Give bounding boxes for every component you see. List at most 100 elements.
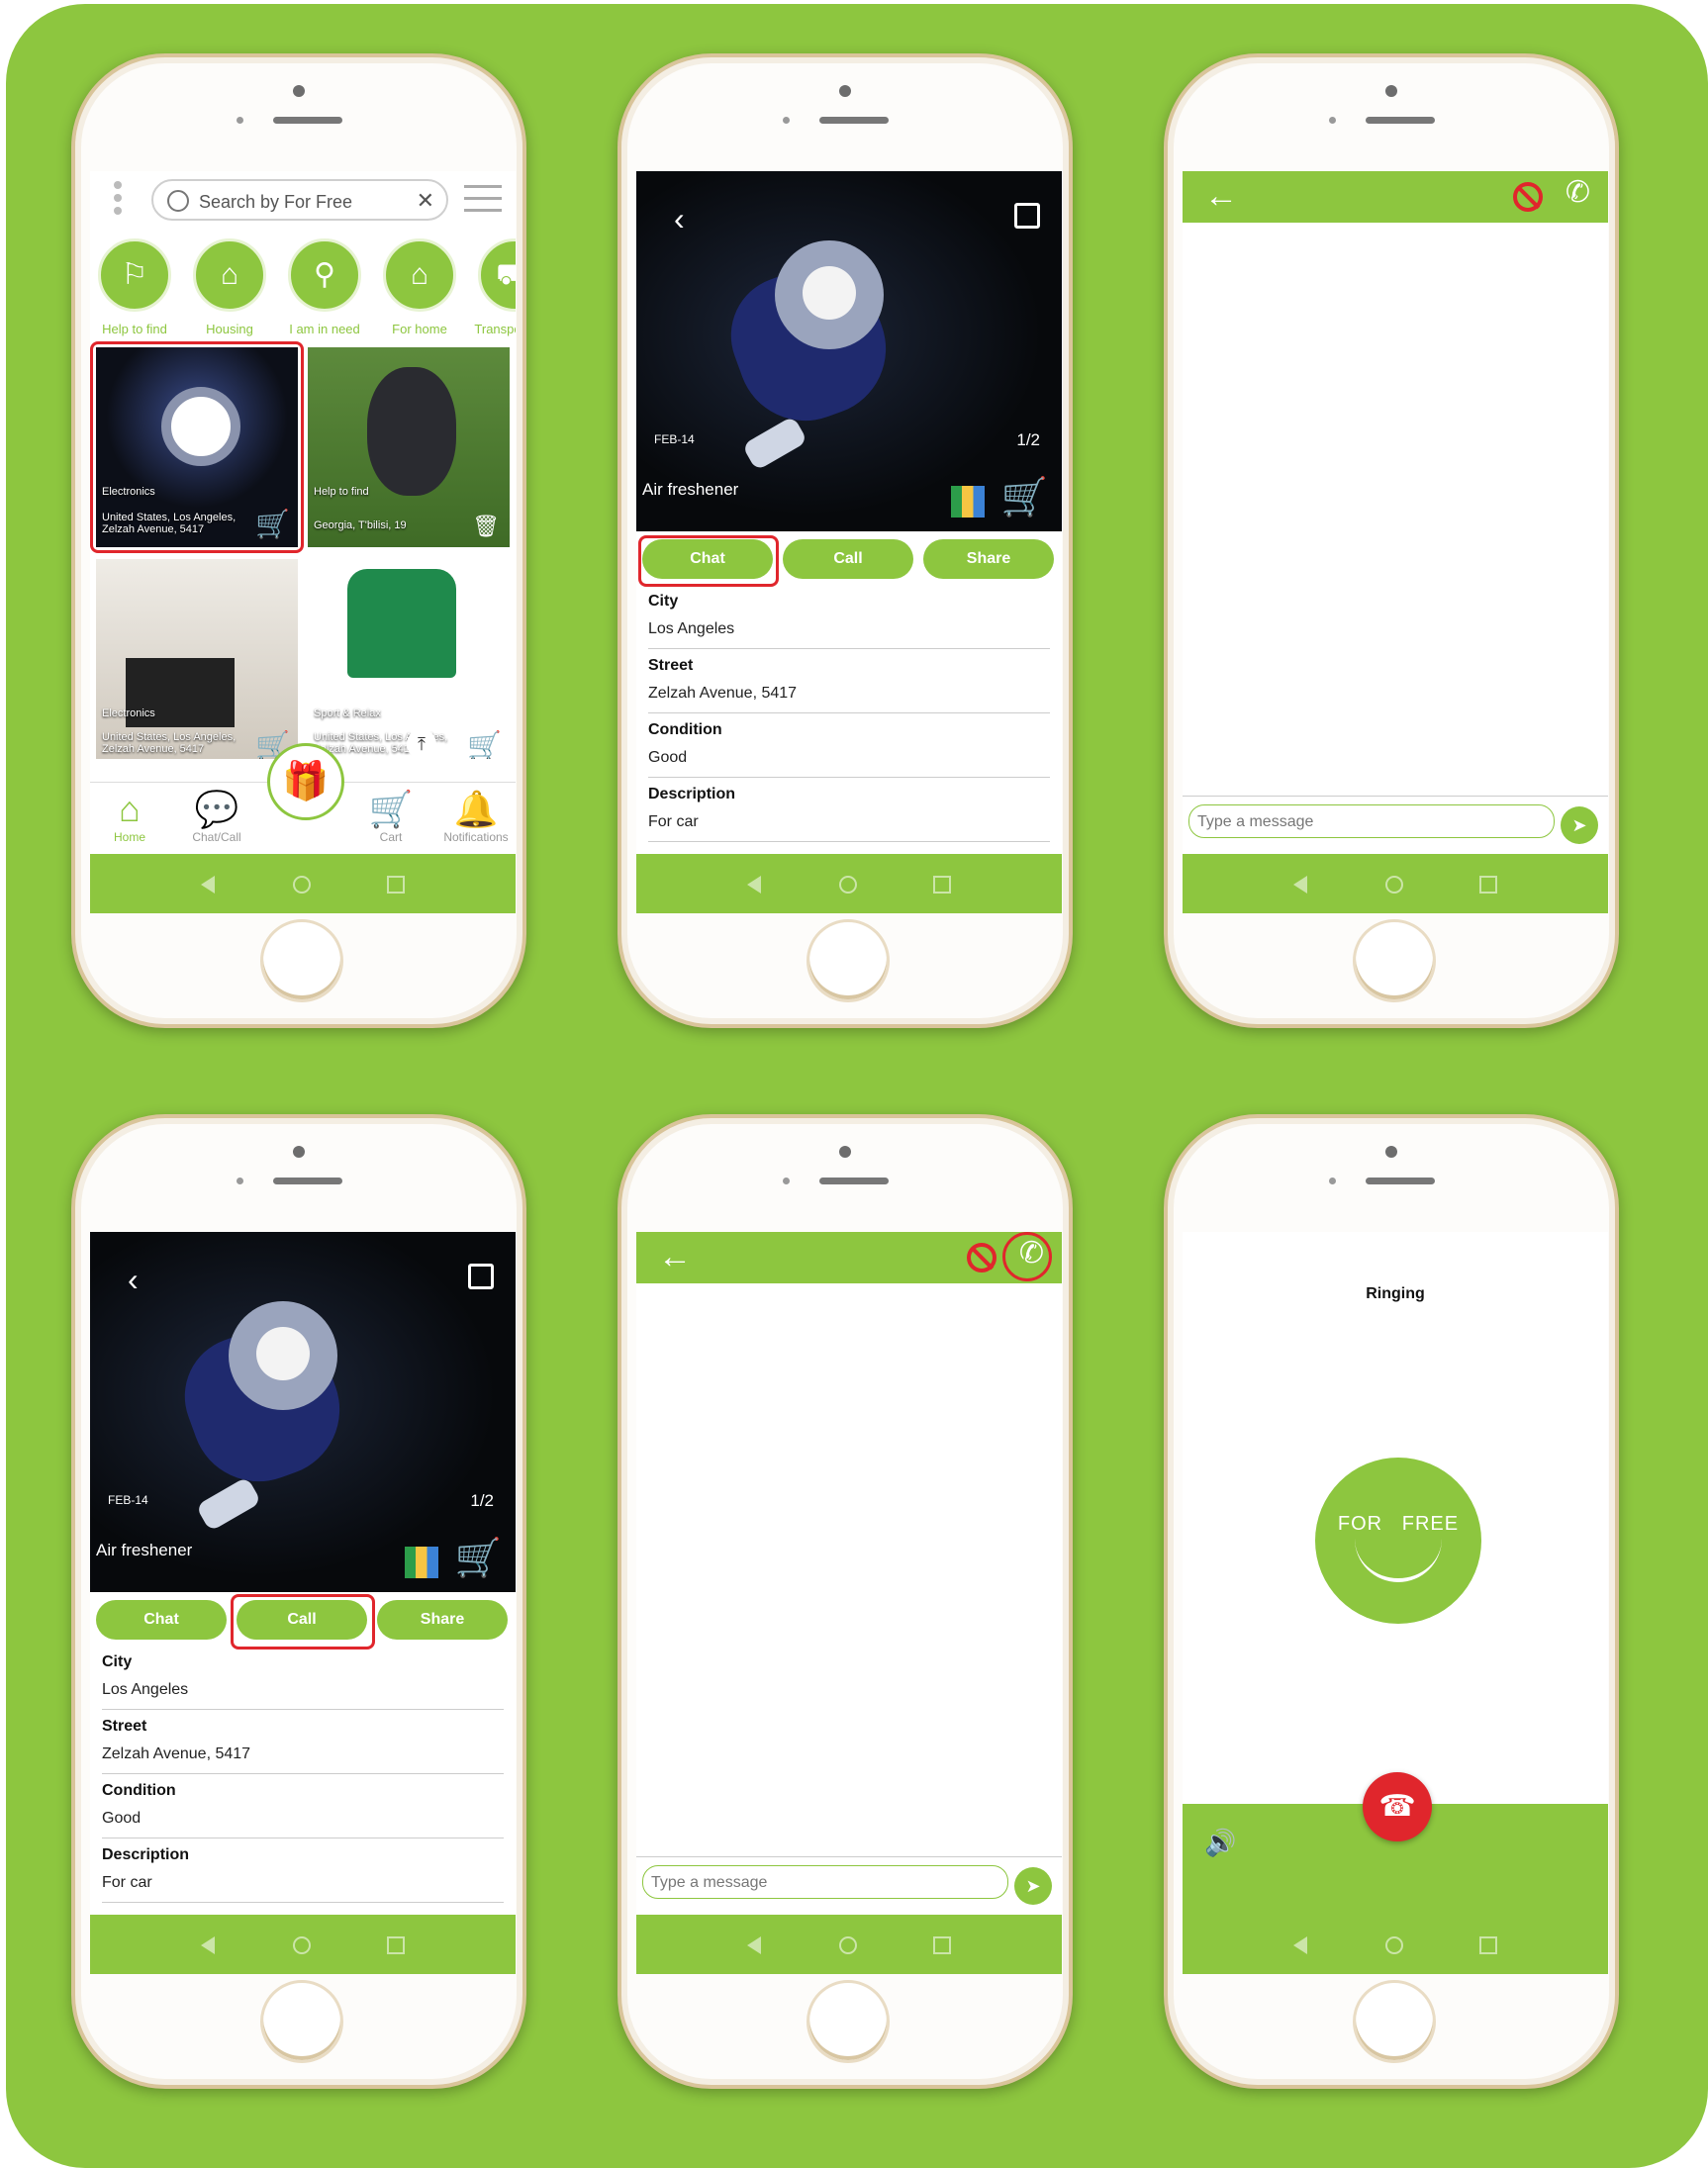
nav-recent-icon[interactable] [387, 1936, 405, 1954]
tab-notifications[interactable]: 🔔 Notifications [436, 789, 516, 844]
field-label: City [648, 593, 679, 610]
category-label: Transpo & p... [474, 322, 516, 336]
logo-text: FOR FREE [1315, 1513, 1481, 1536]
back-icon[interactable]: ‹ [128, 1262, 139, 1298]
block-icon[interactable] [1513, 182, 1543, 212]
cart-icon[interactable]: 🛒 [455, 1537, 502, 1580]
cart-icon[interactable]: 🛒 [255, 508, 290, 540]
listing-tile-chair[interactable]: Sport & Relax United States, Los Angeles… [308, 559, 510, 759]
call-button[interactable]: Call [237, 1600, 367, 1640]
category-label: Help to find [102, 322, 167, 336]
listing-tile-dog[interactable]: Help to find Georgia, T'bilisi, 19 🗑 [308, 347, 510, 547]
tile-category: Help to find [314, 486, 369, 498]
phone-call-icon[interactable]: ✆ [1019, 1236, 1044, 1271]
chair-image [347, 569, 456, 678]
android-navbar [1183, 854, 1608, 913]
gift-button[interactable]: 🎁 [267, 743, 344, 820]
tab-home[interactable]: ⌂ Home [90, 789, 169, 844]
android-navbar [636, 854, 1062, 913]
product-image [161, 387, 240, 466]
category-housing[interactable]: ⌂ Housing [185, 238, 274, 336]
category-transport[interactable]: ⛟ Transpo & p... [470, 238, 516, 336]
phone-ringing: Ringing FOR FREE ☎ 🔊 [1164, 1114, 1619, 2089]
cart-icon[interactable]: 🛒 [467, 729, 502, 759]
field-value: For car [102, 1874, 504, 1903]
nav-home-icon[interactable] [839, 1936, 857, 1954]
map-icon[interactable] [951, 486, 985, 518]
message-input[interactable]: Type a message [1188, 804, 1555, 838]
phone-chat-call: ← ✆ Type a message ➤ [617, 1114, 1073, 2089]
nav-back-icon[interactable] [201, 1936, 215, 1954]
sensor [1329, 1178, 1336, 1184]
nav-home-icon[interactable] [1385, 1936, 1403, 1954]
nav-recent-icon[interactable] [1479, 1936, 1497, 1954]
cart-icon[interactable]: 🛒 [1001, 476, 1048, 519]
chat-header: ← ✆ [636, 1232, 1062, 1283]
tab-label: Home [113, 830, 145, 844]
nav-back-icon[interactable] [1293, 876, 1307, 894]
detail-screen: ‹ FEB-14 1/2 Air freshener 🛒 Chat Call S… [90, 1232, 516, 1974]
block-icon[interactable] [967, 1243, 996, 1273]
trash-icon[interactable]: 🗑 [472, 514, 500, 539]
category-label: Housing [206, 322, 253, 336]
sensor [1329, 117, 1336, 124]
listing-tile-air-freshener[interactable]: Electronics United States, Los Angeles, … [96, 347, 298, 547]
back-icon[interactable]: ‹ [674, 201, 685, 237]
home-screen: Search by For Free ✕ ⚐ Help to find ⌂ Hous… [90, 171, 516, 913]
nav-back-icon[interactable] [1293, 1936, 1307, 1954]
category-for-home[interactable]: ⌂ For home [375, 238, 464, 336]
nav-recent-icon[interactable] [933, 1936, 951, 1954]
phone-home-button [807, 919, 890, 1002]
nav-home-icon[interactable] [839, 876, 857, 894]
map-icon[interactable] [405, 1547, 438, 1578]
category-help-to-find[interactable]: ⚐ Help to find [90, 238, 179, 336]
field-label: Description [102, 1846, 190, 1863]
speaker-icon[interactable]: 🔊 [1204, 1828, 1236, 1858]
search-input[interactable]: Search by For Free ✕ [151, 179, 448, 221]
nav-back-icon[interactable] [201, 876, 215, 894]
call-button[interactable]: Call [783, 539, 913, 579]
scroll-up-icon[interactable]: ⤒ [407, 729, 436, 759]
hang-up-button[interactable]: ☎ [1363, 1772, 1432, 1841]
filter-icon[interactable] [464, 185, 502, 219]
listing-tile-printer[interactable]: Electronics United States, Los Angeles, … [96, 559, 298, 759]
phone-home-button [807, 1980, 890, 2063]
phone-call-icon[interactable]: ✆ [1566, 175, 1590, 210]
phone-detail-call: ‹ FEB-14 1/2 Air freshener 🛒 Chat Call S… [71, 1114, 526, 2089]
phone-detail-chat: ‹ FEB-14 1/2 Air freshener 🛒 Chat Call S… [617, 53, 1073, 1028]
back-arrow-icon[interactable]: ← [1204, 177, 1238, 216]
tab-chat-call[interactable]: 💬 Chat/Call [177, 789, 256, 844]
external-link-icon[interactable] [468, 1264, 494, 1289]
tab-cart[interactable]: 🛒 Cart [351, 789, 430, 844]
menu-icon[interactable] [114, 181, 122, 220]
air-freshener-image [167, 1301, 359, 1532]
field-label: Street [648, 657, 694, 674]
external-link-icon[interactable] [1014, 203, 1040, 229]
nav-recent-icon[interactable] [387, 876, 405, 894]
back-arrow-icon[interactable]: ← [658, 1238, 692, 1276]
chat-button[interactable]: Chat [642, 539, 773, 579]
nav-home-icon[interactable] [293, 1936, 311, 1954]
bell-icon: 🔔 [453, 789, 499, 829]
action-buttons: Chat Call Share [90, 1600, 516, 1646]
phone-home-button [260, 1980, 343, 2063]
earpiece [1366, 1178, 1435, 1184]
nav-back-icon[interactable] [747, 1936, 761, 1954]
field-label: Condition [102, 1782, 176, 1799]
nav-recent-icon[interactable] [933, 876, 951, 894]
clear-icon[interactable]: ✕ [417, 188, 434, 214]
nav-recent-icon[interactable] [1479, 876, 1497, 894]
nav-back-icon[interactable] [747, 876, 761, 894]
nav-home-icon[interactable] [293, 876, 311, 894]
phone-chat: ← ✆ Type a message ➤ [1164, 53, 1619, 1028]
nav-home-icon[interactable] [1385, 876, 1403, 894]
share-button[interactable]: Share [377, 1600, 508, 1640]
share-button[interactable]: Share [923, 539, 1054, 579]
phone-home-button [1353, 919, 1436, 1002]
send-button[interactable]: ➤ [1561, 806, 1598, 844]
message-input[interactable]: Type a message [642, 1865, 1008, 1899]
category-i-am-in-need[interactable]: ⚲ I am in need [280, 238, 369, 336]
field-label: Condition [648, 721, 722, 738]
chat-button[interactable]: Chat [96, 1600, 227, 1640]
send-button[interactable]: ➤ [1014, 1867, 1052, 1905]
